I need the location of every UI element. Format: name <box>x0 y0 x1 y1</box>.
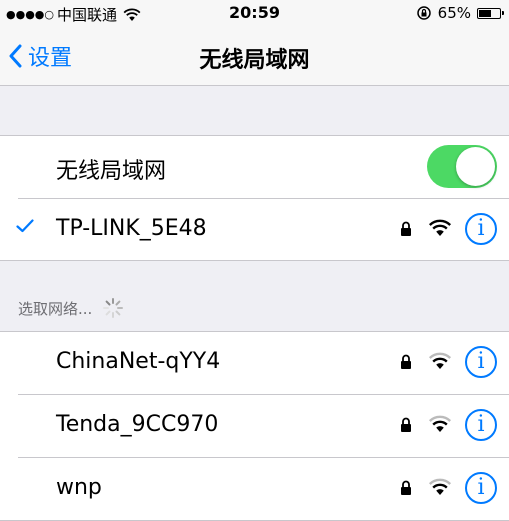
loading-spinner-icon <box>103 298 124 318</box>
status-bar: ●●●●○ 中国联通 20:59 65% <box>0 0 509 28</box>
wlan-group: 无线局域网 TP-LINK_5E48 i <box>0 135 509 261</box>
info-button[interactable]: i <box>465 346 497 378</box>
network-name: TP-LINK_5E48 <box>56 216 207 241</box>
wifi-signal-icon <box>428 352 452 369</box>
network-name: wnp <box>56 475 102 500</box>
section-header-label: 选取网络... <box>18 299 93 318</box>
page-title: 无线局域网 <box>199 48 310 73</box>
connected-network-row[interactable]: TP-LINK_5E48 i <box>0 199 509 261</box>
battery-percent: 65% <box>437 4 471 22</box>
rotation-lock-icon <box>416 6 431 20</box>
network-name: Tenda_9CC970 <box>56 412 219 437</box>
lock-icon <box>401 354 411 369</box>
section-header: 选取网络... <box>18 297 124 319</box>
wlan-toggle-row: 无线局域网 <box>0 136 509 198</box>
battery-icon <box>477 7 504 19</box>
lock-icon <box>401 221 411 236</box>
navigation-bar: 设置 无线局域网 <box>0 28 509 86</box>
network-row[interactable]: Tenda_9CC970 i <box>0 395 509 457</box>
wlan-toggle-switch[interactable] <box>427 145 497 188</box>
network-row[interactable]: ChinaNet-qYY4 i <box>0 332 509 394</box>
battery-level <box>479 9 492 17</box>
checkmark-icon <box>16 219 34 233</box>
status-right: 65% <box>416 4 504 22</box>
info-button[interactable]: i <box>465 409 497 441</box>
network-name: ChinaNet-qYY4 <box>56 349 221 374</box>
info-button[interactable]: i <box>465 472 497 504</box>
info-button[interactable]: i <box>465 213 497 245</box>
lock-icon <box>401 417 411 432</box>
wifi-signal-icon <box>428 478 452 495</box>
wifi-signal-icon <box>428 415 452 432</box>
lock-icon <box>401 480 411 495</box>
wlan-toggle-label: 无线局域网 <box>56 159 167 184</box>
wifi-signal-icon <box>428 219 452 236</box>
network-list: ChinaNet-qYY4 i Tenda_9CC970 i wnp i <box>0 331 509 521</box>
toggle-knob <box>456 147 495 186</box>
